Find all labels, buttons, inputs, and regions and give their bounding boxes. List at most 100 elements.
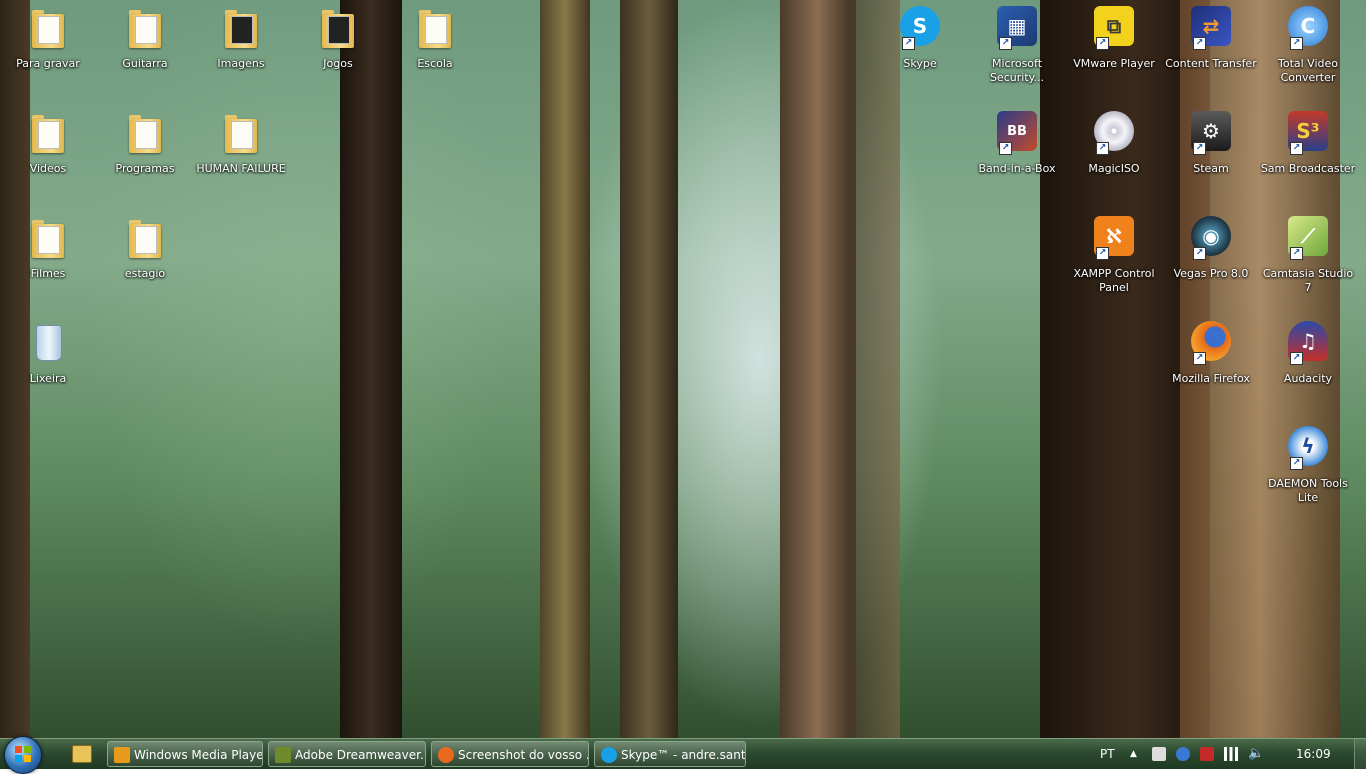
language-indicator[interactable]: PT [1100, 739, 1115, 769]
sam-broadcaster-icon: S³ ↗ [1284, 109, 1332, 157]
wallpaper-trunk [780, 0, 856, 738]
recycle-bin-icon [24, 319, 72, 367]
camtasia-icon: ⟋ ↗ [1284, 214, 1332, 262]
video-converter-icon: C ↗ [1284, 4, 1332, 52]
desktop-icon-mozilla-firefox[interactable]: ↗ Mozilla Firefox [1163, 315, 1259, 386]
firefox-icon [438, 747, 454, 763]
taskbar-button-skype[interactable]: Skype™ - andre.sant... [594, 741, 746, 767]
desktop-icon-label: Lixeira [29, 372, 67, 385]
desktop-icon-band-in-a-box[interactable]: BB ↗ Band-in-a-Box [969, 105, 1065, 176]
desktop-icon-skype[interactable]: S ↗ Skype [872, 0, 968, 71]
desktop-icon-label: Escola [417, 57, 453, 70]
skype-icon [601, 747, 617, 763]
content-transfer-icon: ⇄ ↗ [1187, 4, 1235, 52]
desktop-icon-daemon-tools[interactable]: ϟ ↗ DAEMON Tools Lite [1260, 420, 1356, 505]
clock[interactable]: 16:09 [1296, 739, 1331, 769]
taskbar: Windows Media Player Adobe Dreamweaver..… [0, 736, 1366, 774]
show-desktop-button[interactable] [1354, 739, 1366, 769]
desktop-icon-para-gravar[interactable]: Para gravar [0, 0, 96, 71]
desktop-icon-programas[interactable]: Programas [97, 105, 193, 176]
vegas-icon: ◉ ↗ [1187, 214, 1235, 262]
folder-icon [24, 109, 72, 157]
desktop-icon-label: Guitarra [122, 57, 168, 70]
desktop-icon-label: Microsoft Security... [989, 57, 1045, 84]
desktop-icon-label: Programas [115, 162, 175, 175]
desktop-icon-label: Total Video Converter [1277, 57, 1338, 84]
desktop-icon-label: Content Transfer [1165, 57, 1257, 70]
desktop-icon-label: estagio [124, 267, 166, 280]
desktop-icon-estagio[interactable]: estagio [97, 210, 193, 281]
desktop-icon-escola[interactable]: Escola [387, 0, 483, 71]
skype-icon: S ↗ [896, 4, 944, 52]
desktop-icon-label: Sam Broadcaster [1260, 162, 1356, 175]
desktop-icon-imagens[interactable]: Imagens [193, 0, 289, 71]
desktop-icon-label: Filmes [30, 267, 66, 280]
audacity-icon: ♫ ↗ [1284, 319, 1332, 367]
xampp-icon: ℵ ↗ [1090, 214, 1138, 262]
desktop-icon-magiciso[interactable]: ↗ MagicISO [1066, 105, 1162, 176]
dreamweaver-icon [275, 747, 291, 763]
desktop-icon-xampp[interactable]: ℵ ↗ XAMPP Control Panel [1066, 210, 1162, 295]
vmware-icon: ⧉ ↗ [1090, 4, 1138, 52]
disc-icon: ↗ [1090, 109, 1138, 157]
desktop-icon-label: Camtasia Studio 7 [1262, 267, 1354, 294]
folder-icon [411, 4, 459, 52]
folder-icon [24, 4, 72, 52]
desktop-icon-label: Imagens [217, 57, 265, 70]
show-explorer-icon[interactable] [72, 745, 92, 763]
volume-icon[interactable]: 🔈 [1248, 747, 1264, 761]
desktop-icon-label: Steam [1193, 162, 1229, 175]
folder-icon [217, 4, 265, 52]
desktop-icon-label: HUMAN FAILURE [196, 162, 286, 175]
desktop-icon-human-failure[interactable]: HUMAN FAILURE [193, 105, 289, 176]
desktop-icon-filmes[interactable]: Filmes [0, 210, 96, 281]
desktop-icon-audacity[interactable]: ♫ ↗ Audacity [1260, 315, 1356, 386]
task-label: Screenshot do vosso ... [458, 748, 589, 762]
folder-icon [314, 4, 362, 52]
security-icon: ▦ ↗ [993, 4, 1041, 52]
wallpaper-trunk [340, 0, 402, 738]
desktop-icon-steam[interactable]: ⚙ ↗ Steam [1163, 105, 1259, 176]
tray-user-icon[interactable] [1176, 747, 1190, 761]
folder-icon [121, 214, 169, 262]
wallpaper-trunk [540, 0, 590, 738]
desktop-icon-sam-broadcaster[interactable]: S³ ↗ Sam Broadcaster [1260, 105, 1356, 176]
desktop-icon-content-transfer[interactable]: ⇄ ↗ Content Transfer [1163, 0, 1259, 71]
tray-network-error-icon[interactable] [1200, 747, 1214, 761]
band-in-a-box-icon: BB ↗ [993, 109, 1041, 157]
desktop-icon-jogos[interactable]: Jogos [290, 0, 386, 71]
daemon-tools-icon: ϟ ↗ [1284, 424, 1332, 472]
desktop[interactable]: Para gravar Videos Filmes Lixeira Guitar… [0, 0, 1366, 738]
folder-icon [121, 4, 169, 52]
tray-device-icon[interactable] [1152, 747, 1166, 761]
signal-strength-icon[interactable] [1224, 747, 1238, 761]
desktop-icon-label: Mozilla Firefox [1172, 372, 1250, 385]
desktop-icon-microsoft-security[interactable]: ▦ ↗ Microsoft Security... [969, 0, 1065, 85]
desktop-icon-label: DAEMON Tools Lite [1268, 477, 1348, 504]
task-label: Skype™ - andre.sant... [621, 748, 746, 762]
desktop-icon-label: Band-in-a-Box [978, 162, 1056, 175]
taskbar-button-dreamweaver[interactable]: Adobe Dreamweaver... [268, 741, 426, 767]
show-hidden-icons-button[interactable]: ▲ [1130, 739, 1137, 769]
task-label: Adobe Dreamweaver... [295, 748, 426, 762]
desktop-icon-guitarra[interactable]: Guitarra [97, 0, 193, 71]
desktop-icon-videos[interactable]: Videos [0, 105, 96, 176]
desktop-icon-label: Videos [29, 162, 67, 175]
desktop-icon-vmware-player[interactable]: ⧉ ↗ VMware Player [1066, 0, 1162, 71]
desktop-icon-total-video-converter[interactable]: C ↗ Total Video Converter [1260, 0, 1356, 85]
folder-icon [217, 109, 265, 157]
desktop-icon-vegas-pro[interactable]: ◉ ↗ Vegas Pro 8.0 [1163, 210, 1259, 281]
desktop-icon-label: Jogos [323, 57, 353, 70]
desktop-icon-label: XAMPP Control Panel [1073, 267, 1155, 294]
desktop-icon-label: Vegas Pro 8.0 [1173, 267, 1249, 280]
taskbar-button-windows-media-player[interactable]: Windows Media Player [107, 741, 263, 767]
windows-logo-icon [15, 746, 31, 762]
start-button[interactable] [4, 736, 42, 774]
folder-icon [121, 109, 169, 157]
desktop-icon-camtasia-studio[interactable]: ⟋ ↗ Camtasia Studio 7 [1260, 210, 1356, 295]
desktop-icon-lixeira[interactable]: Lixeira [0, 315, 96, 386]
wallpaper-trunk [850, 0, 900, 738]
media-player-icon [114, 747, 130, 763]
wallpaper-trunk [620, 0, 678, 738]
taskbar-button-firefox[interactable]: Screenshot do vosso ... [431, 741, 589, 767]
